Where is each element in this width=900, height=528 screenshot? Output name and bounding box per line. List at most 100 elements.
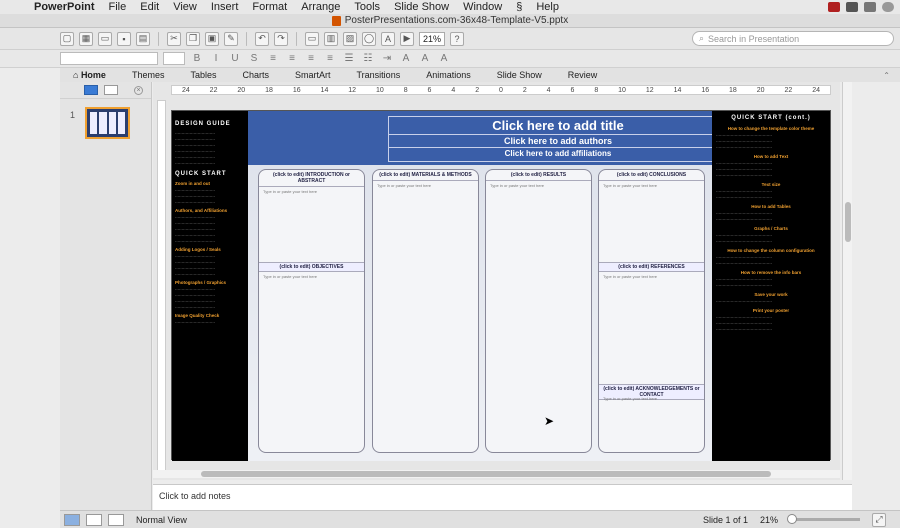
column-placeholder[interactable]: Type in or paste your text here <box>599 394 661 403</box>
script-icon[interactable]: § <box>509 1 529 13</box>
column-placeholder[interactable]: Type in or paste your text here <box>599 181 704 190</box>
help-icon[interactable]: ? <box>450 31 464 46</box>
bullets-icon[interactable]: ☰ <box>342 53 356 64</box>
column-placeholder[interactable]: Type in or paste your text here <box>373 181 478 190</box>
textbox-icon[interactable]: A <box>381 31 395 46</box>
font-size-field[interactable] <box>163 52 185 65</box>
poster-title[interactable]: Click here to add title <box>389 117 727 135</box>
tab-transitions[interactable]: Transitions <box>344 70 414 80</box>
layout-icon[interactable]: ▥ <box>324 31 338 46</box>
menu-window[interactable]: Window <box>456 1 509 13</box>
shadow-icon[interactable]: S <box>247 53 261 64</box>
status-app-icon-3[interactable] <box>864 2 876 12</box>
font-color-icon[interactable]: A <box>437 53 451 64</box>
redo-icon[interactable]: ↷ <box>274 31 288 46</box>
tab-tables[interactable]: Tables <box>177 70 229 80</box>
copy-icon[interactable]: ❐ <box>186 31 200 46</box>
menu-tools[interactable]: Tools <box>347 1 387 13</box>
undo-icon[interactable]: ↶ <box>255 31 269 46</box>
column-placeholder[interactable]: Type in or paste your text here <box>599 272 661 281</box>
new-slide-icon[interactable]: ▭ <box>305 31 319 46</box>
fit-window-icon[interactable]: ⤢ <box>872 512 886 527</box>
format-painter-icon[interactable]: ✎ <box>224 31 238 46</box>
increase-font-icon[interactable]: A <box>399 53 413 64</box>
tab-review[interactable]: Review <box>555 70 611 80</box>
bold-icon[interactable]: B <box>190 53 204 64</box>
open-icon[interactable]: ▭ <box>98 31 112 46</box>
vertical-scrollbar[interactable] <box>842 82 852 480</box>
poster-authors[interactable]: Click here to add authors <box>389 135 727 148</box>
slide-thumbnail[interactable] <box>85 107 130 139</box>
menu-edit[interactable]: Edit <box>133 1 166 13</box>
poster-column-3[interactable]: (click to edit) RESULTS Type in or paste… <box>485 169 592 453</box>
tab-home[interactable]: ⌂ Home <box>60 70 119 80</box>
poster-column-4[interactable]: (click to edit) CONCLUSIONS Type in or p… <box>598 169 705 453</box>
menu-view[interactable]: View <box>166 1 204 13</box>
cut-icon[interactable]: ✂ <box>167 31 181 46</box>
align-left-icon[interactable]: ≡ <box>266 53 280 64</box>
tab-slide-show[interactable]: Slide Show <box>484 70 555 80</box>
menu-slide-show[interactable]: Slide Show <box>387 1 456 13</box>
search-input[interactable]: ⌕ Search in Presentation <box>692 31 894 46</box>
column-header[interactable]: (click to edit) CONCLUSIONS <box>599 170 704 181</box>
align-center-icon[interactable]: ≡ <box>285 53 299 64</box>
column-placeholder[interactable]: Type in or paste your text here <box>259 187 364 196</box>
new-icon[interactable]: ▢ <box>60 31 74 46</box>
wifi-icon[interactable] <box>882 2 894 12</box>
poster-column-1[interactable]: (click to edit) INTRODUCTION or ABSTRACT… <box>258 169 365 453</box>
menu-insert[interactable]: Insert <box>204 1 246 13</box>
zoom-slider-knob[interactable] <box>787 514 797 524</box>
poster-slide[interactable]: DESIGN GUIDE ………………………………………………………………………… <box>171 110 831 461</box>
poster-column-2[interactable]: (click to edit) MATERIALS & METHODS Type… <box>372 169 479 453</box>
menu-app-name[interactable]: PowerPoint <box>30 1 102 13</box>
poster-title-block[interactable]: Click here to add title Click here to ad… <box>388 116 728 162</box>
paste-icon[interactable]: ▣ <box>205 31 219 46</box>
menu-arrange[interactable]: Arrange <box>294 1 347 13</box>
menu-format[interactable]: Format <box>245 1 294 13</box>
slide-sorter-button[interactable] <box>86 513 102 526</box>
poster-affiliations[interactable]: Click here to add affiliations <box>389 148 727 159</box>
tab-smartart[interactable]: SmartArt <box>282 70 344 80</box>
column-header[interactable]: (click to edit) MATERIALS & METHODS <box>373 170 478 181</box>
tab-charts[interactable]: Charts <box>229 70 282 80</box>
scrollbar-thumb[interactable] <box>201 471 771 477</box>
normal-view-button[interactable] <box>64 513 80 526</box>
sidebar-close-icon[interactable]: × <box>134 85 143 95</box>
poster-content-area[interactable]: Click here to add title Click here to ad… <box>248 111 728 461</box>
menu-file[interactable]: File <box>102 1 134 13</box>
picture-icon[interactable]: ▨ <box>343 31 357 46</box>
shapes-icon[interactable]: ◯ <box>362 31 376 46</box>
scrollbar-thumb[interactable] <box>845 202 851 242</box>
zoom-select[interactable]: 21% <box>419 31 445 46</box>
numbering-icon[interactable]: ☷ <box>361 53 375 64</box>
tab-themes[interactable]: Themes <box>119 70 178 80</box>
presenter-view-button[interactable] <box>108 513 124 526</box>
column-placeholder[interactable]: Type in or paste your text here <box>486 181 591 190</box>
indent-icon[interactable]: ⇥ <box>380 53 394 64</box>
justify-icon[interactable]: ≡ <box>323 53 337 64</box>
status-app-icon[interactable] <box>828 2 840 12</box>
slide-editor[interactable]: 24 22 20 18 16 14 12 10 8 6 4 2 0 2 4 6 8 10 12 14 16 18 20 22 2… <box>153 82 840 480</box>
italic-icon[interactable]: I <box>209 53 223 64</box>
save-icon[interactable]: ▪ <box>117 31 131 46</box>
media-icon[interactable]: ▶ <box>400 31 414 46</box>
print-icon[interactable]: ▤ <box>136 31 150 46</box>
underline-icon[interactable]: U <box>228 53 242 64</box>
column-subheader[interactable]: (click to edit) OBJECTIVES <box>259 262 364 272</box>
notes-pane[interactable]: Click to add notes <box>153 484 852 510</box>
status-app-icon-2[interactable] <box>846 2 858 12</box>
zoom-slider[interactable] <box>787 514 860 524</box>
tab-animations[interactable]: Animations <box>413 70 484 80</box>
column-placeholder[interactable]: Type in or paste your text here <box>259 272 321 281</box>
column-header[interactable]: (click to edit) INTRODUCTION or ABSTRACT <box>259 170 364 187</box>
column-subheader[interactable]: (click to edit) REFERENCES <box>599 262 704 272</box>
right-guide-panel[interactable]: QUICK START (cont.) How to change the te… <box>712 111 830 461</box>
notes-placeholder[interactable]: Click to add notes <box>159 491 231 501</box>
ribbon-collapse-icon[interactable]: ⌃ <box>883 71 900 80</box>
menu-help[interactable]: Help <box>529 1 566 13</box>
horizontal-scrollbar[interactable] <box>153 470 840 478</box>
outline-view-button[interactable] <box>104 85 118 95</box>
left-guide-panel[interactable]: DESIGN GUIDE ………………………………………………………………………… <box>172 111 248 461</box>
column-header[interactable]: (click to edit) RESULTS <box>486 170 591 181</box>
templates-icon[interactable]: ▦ <box>79 31 93 46</box>
